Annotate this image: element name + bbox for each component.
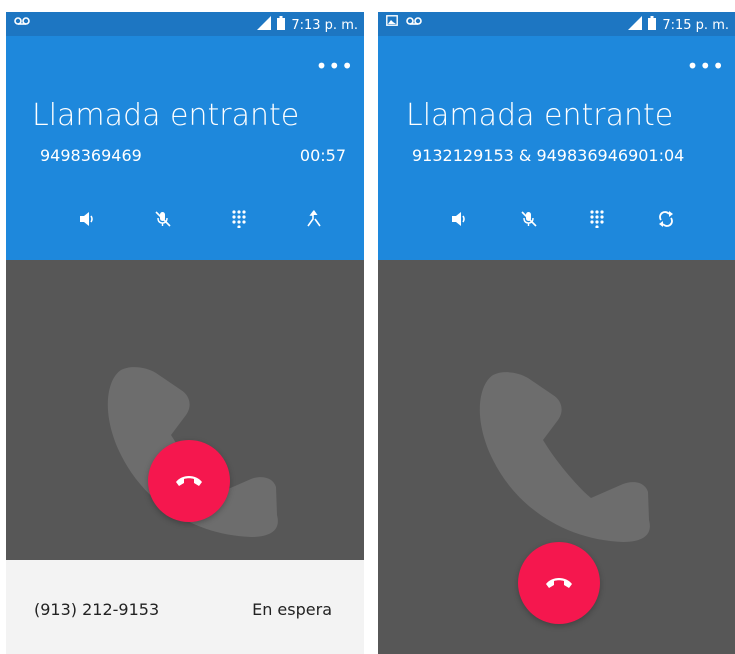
call-header: ••• Llamada entrante 9132129153 & 949836…	[378, 36, 735, 260]
end-call-button[interactable]	[518, 542, 600, 624]
call-title: Llamada entrante	[406, 98, 674, 133]
status-bar: 7:13 p. m.	[6, 12, 364, 36]
hang-up-icon	[544, 574, 574, 593]
swap-call-button[interactable]	[654, 209, 678, 233]
speaker-button[interactable]	[76, 209, 100, 233]
mute-button[interactable]	[517, 209, 541, 233]
dialpad-icon	[590, 210, 604, 232]
speaker-icon	[79, 211, 97, 231]
overflow-menu-button[interactable]: •••	[687, 54, 725, 78]
overflow-menu-button[interactable]: •••	[316, 54, 354, 78]
hang-up-icon	[174, 472, 204, 491]
call-title: Llamada entrante	[32, 98, 300, 133]
merge-call-button[interactable]	[302, 209, 326, 233]
speaker-button[interactable]	[448, 209, 472, 233]
merge-call-icon	[306, 210, 322, 232]
phone-watermark-icon	[473, 370, 663, 549]
mute-icon	[154, 210, 172, 232]
dialpad-button[interactable]	[227, 209, 251, 233]
call-timer: 00:57	[299, 146, 346, 165]
held-call-bar[interactable]: (913) 212-9153 En espera	[6, 560, 364, 654]
signal-icon	[257, 16, 272, 34]
status-time: 7:15 p. m.	[662, 17, 729, 33]
call-controls	[76, 206, 326, 236]
conference-callers: 9132129153 & 949836946901:04	[412, 146, 685, 165]
mute-icon	[520, 210, 538, 232]
voicemail-icon	[406, 15, 422, 30]
image-icon	[386, 15, 398, 30]
battery-icon	[277, 16, 286, 34]
dialpad-icon	[232, 210, 246, 232]
dialpad-button[interactable]	[585, 209, 609, 233]
call-screen-left: 7:13 p. m. ••• Llamada entrante 94983694…	[6, 0, 364, 654]
speaker-icon	[451, 211, 469, 231]
held-call-number: (913) 212-9153	[34, 600, 160, 619]
status-time: 7:13 p. m.	[291, 17, 358, 33]
call-controls	[448, 206, 678, 236]
call-header: ••• Llamada entrante 9498369469 00:57	[6, 36, 364, 260]
status-bar: 7:15 p. m.	[378, 12, 735, 36]
call-screen-right: 7:15 p. m. ••• Llamada entrante 91321291…	[378, 0, 735, 654]
battery-icon	[648, 16, 657, 34]
end-call-button[interactable]	[148, 440, 230, 522]
swap-call-icon	[658, 211, 674, 231]
held-call-status: En espera	[252, 600, 332, 619]
voicemail-icon	[14, 15, 30, 30]
signal-icon	[628, 16, 643, 34]
mute-button[interactable]	[151, 209, 175, 233]
call-timer: 01:04	[638, 146, 685, 165]
caller-number: 9498369469	[40, 146, 142, 165]
